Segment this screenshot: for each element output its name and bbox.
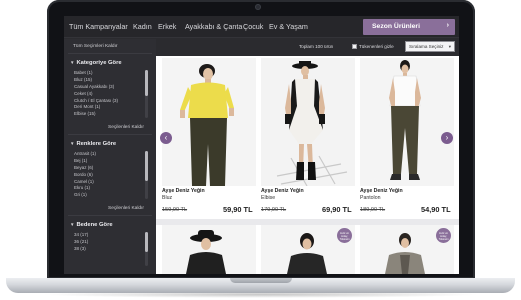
product-image[interactable]: Hızlı ve kolay, Tükenen	[360, 225, 454, 274]
quick-sale-badge: Hızlı ve kolay, Tükenen	[436, 228, 451, 243]
sort-select[interactable]: Sıralama Seçiniz ▾	[405, 41, 455, 52]
filter-option[interactable]: Gri (1)	[70, 192, 150, 199]
filter-option[interactable]: Beyaz (6)	[70, 165, 150, 172]
hide-sold-out-label[interactable]: Tükenenleri gizle	[359, 44, 394, 49]
filter-option[interactable]: Bluz (15)	[70, 77, 150, 84]
size-filter-title[interactable]: ▼ Bedene Göre	[70, 222, 113, 228]
caret-down-icon: ▼	[70, 141, 75, 146]
category-filter-title[interactable]: ▼ Kategoriye Göre	[70, 60, 122, 66]
filter-option[interactable]: 36 (21)	[70, 239, 150, 246]
category-filter-list: Babet (1) Bluz (15) Casual Ayakkabı (3) …	[70, 70, 150, 118]
quick-sale-badge: Hızlı ve kolay, Tükenen	[337, 228, 352, 243]
carousel-next-button[interactable]: ›	[441, 132, 453, 144]
laptop-screen: Tüm Kampanyalar Kadın Erkek Ayakkabı & Ç…	[64, 16, 459, 274]
model-photo	[261, 58, 355, 186]
old-price: 179,90 TL	[261, 207, 287, 213]
laptop-notch	[230, 278, 292, 283]
chevron-right-icon: ›	[446, 22, 449, 29]
divider	[68, 53, 152, 54]
scrollbar-thumb[interactable]	[145, 232, 148, 252]
webcam	[255, 4, 261, 10]
clear-colors-link[interactable]: Seçilenleri Kaldır	[108, 206, 144, 211]
nav-kids[interactable]: Çocuk	[243, 22, 263, 31]
divider	[68, 215, 152, 216]
clear-category-link[interactable]: Seçilenleri Kaldır	[108, 125, 144, 130]
clear-all-selections-link[interactable]: Tüm Seçimleri Kaldır	[73, 44, 118, 49]
filter-option[interactable]: Ceket (4)	[70, 91, 150, 98]
product-brand[interactable]: Ayşe Deniz Yeğin	[360, 188, 403, 194]
sale-price: 69,90 TL	[322, 205, 352, 214]
filter-option[interactable]: Camel (1)	[70, 179, 150, 186]
category-scrollbar[interactable]	[145, 70, 148, 118]
chevron-down-icon: ▾	[448, 44, 451, 49]
season-button-label: Sezon Ürünleri	[372, 23, 420, 30]
old-price: 189,90 TL	[360, 207, 386, 213]
color-filter-title[interactable]: ▼ Renklere Göre	[70, 141, 116, 147]
filter-option[interactable]: Deri Mont (1)	[70, 104, 150, 111]
filter-option[interactable]: Casual Ayakkabı (3)	[70, 84, 150, 91]
filter-option[interactable]: Bordo (6)	[70, 172, 150, 179]
laptop-base	[6, 278, 515, 293]
top-navigation: Tüm Kampanyalar Kadın Erkek Ayakkabı & Ç…	[64, 16, 459, 38]
filter-option[interactable]: Clutch / El Çantası (3)	[70, 98, 150, 105]
filter-sidebar: Tüm Seçimleri Kaldır ▼ Kategoriye Göre Ba…	[64, 39, 156, 274]
scrollbar-thumb[interactable]	[145, 70, 148, 96]
product-type: Bluz	[162, 195, 173, 201]
size-scrollbar[interactable]	[145, 232, 148, 266]
total-product-count: Toplam 100 ürün	[299, 44, 334, 49]
caret-down-icon: ▼	[70, 222, 75, 227]
filter-option[interactable]: 34 (17)	[70, 232, 150, 239]
product-image[interactable]: Hızlı ve kolay, Tükenen	[261, 225, 355, 274]
color-scrollbar[interactable]	[145, 151, 148, 199]
filter-option[interactable]: Babet (1)	[70, 70, 150, 77]
filter-option[interactable]: 38 (3)	[70, 246, 150, 253]
product-brand[interactable]: Ayşe Deniz Yeğin	[261, 188, 304, 194]
filter-option[interactable]: Elbise (15)	[70, 111, 150, 118]
product-type: Elbise	[261, 195, 276, 201]
color-filter-list: Antrasit (1) Bej (1) Beyaz (6) Bordo (6)…	[70, 151, 150, 199]
nav-shoes-bags[interactable]: Ayakkabı & Çanta	[185, 22, 242, 31]
product-image[interactable]	[360, 58, 454, 186]
nav-women[interactable]: Kadın	[133, 22, 152, 31]
nav-all-campaigns[interactable]: Tüm Kampanyalar	[69, 22, 128, 31]
product-image[interactable]	[162, 58, 256, 186]
hide-sold-out-checkbox[interactable]	[352, 44, 357, 49]
season-products-button[interactable]: Sezon Ürünleri ›	[363, 19, 455, 35]
product-image[interactable]	[261, 58, 355, 186]
product-brand[interactable]: Ayşe Deniz Yeğin	[162, 188, 205, 194]
sale-price: 54,90 TL	[421, 205, 451, 214]
filter-option[interactable]: Bej (1)	[70, 158, 150, 165]
model-photo	[162, 58, 256, 186]
filter-option[interactable]: Ekru (1)	[70, 185, 150, 192]
model-photo	[360, 58, 454, 186]
nav-home-living[interactable]: Ev & Yaşam	[269, 22, 308, 31]
sale-price: 59,90 TL	[223, 205, 253, 214]
sort-select-value: Sıralama Seçiniz	[409, 44, 444, 49]
results-toolbar: Toplam 100 ürün Tükenenleri gizle Sırala…	[156, 39, 459, 55]
carousel-prev-button[interactable]: ‹	[160, 132, 172, 144]
product-type: Pantolon	[360, 195, 381, 201]
filter-option[interactable]: Antrasit (1)	[70, 151, 150, 158]
scrollbar-thumb[interactable]	[145, 151, 148, 181]
old-price: 159,90 TL	[162, 207, 188, 213]
nav-men[interactable]: Erkek	[158, 22, 176, 31]
product-grid: Ayşe Deniz Yeğin Bluz 159,90 TL 59,90 TL	[156, 56, 459, 274]
product-image[interactable]	[162, 225, 256, 274]
divider	[68, 134, 152, 135]
size-filter-list: 34 (17) 36 (21) 38 (3)	[70, 232, 150, 253]
model-photo	[162, 225, 256, 274]
caret-down-icon: ▼	[70, 60, 75, 65]
